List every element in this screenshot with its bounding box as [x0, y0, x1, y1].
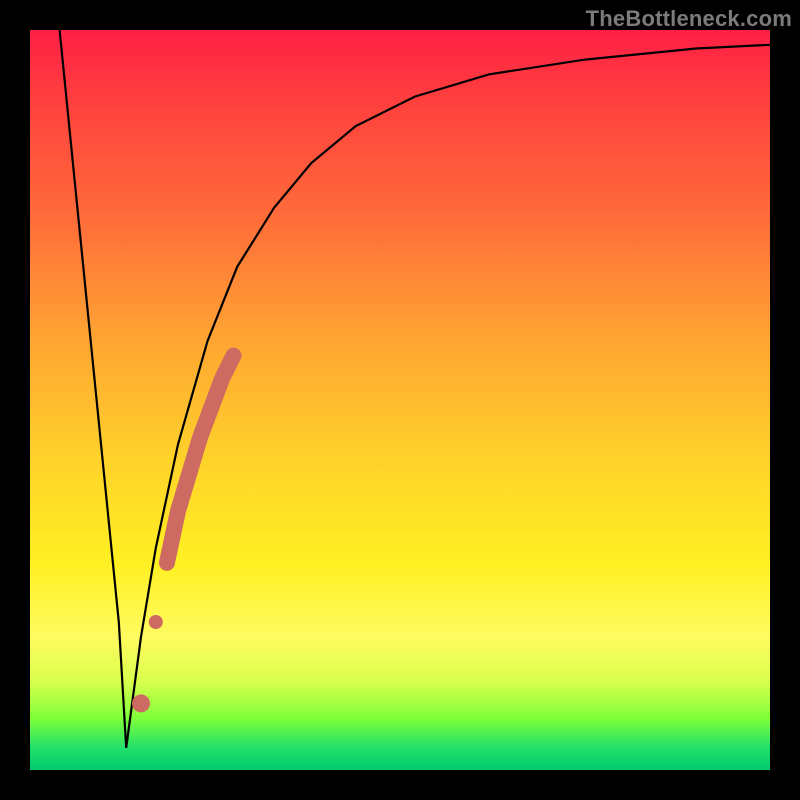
chart-frame: TheBottleneck.com: [0, 0, 800, 800]
plot-area: [30, 30, 770, 770]
watermark-label: TheBottleneck.com: [586, 6, 792, 32]
curve-path: [60, 30, 770, 748]
chart-svg: [30, 30, 770, 770]
highlight-dot: [149, 615, 163, 629]
highlight-dot: [132, 694, 150, 712]
highlight-path: [167, 356, 234, 563]
